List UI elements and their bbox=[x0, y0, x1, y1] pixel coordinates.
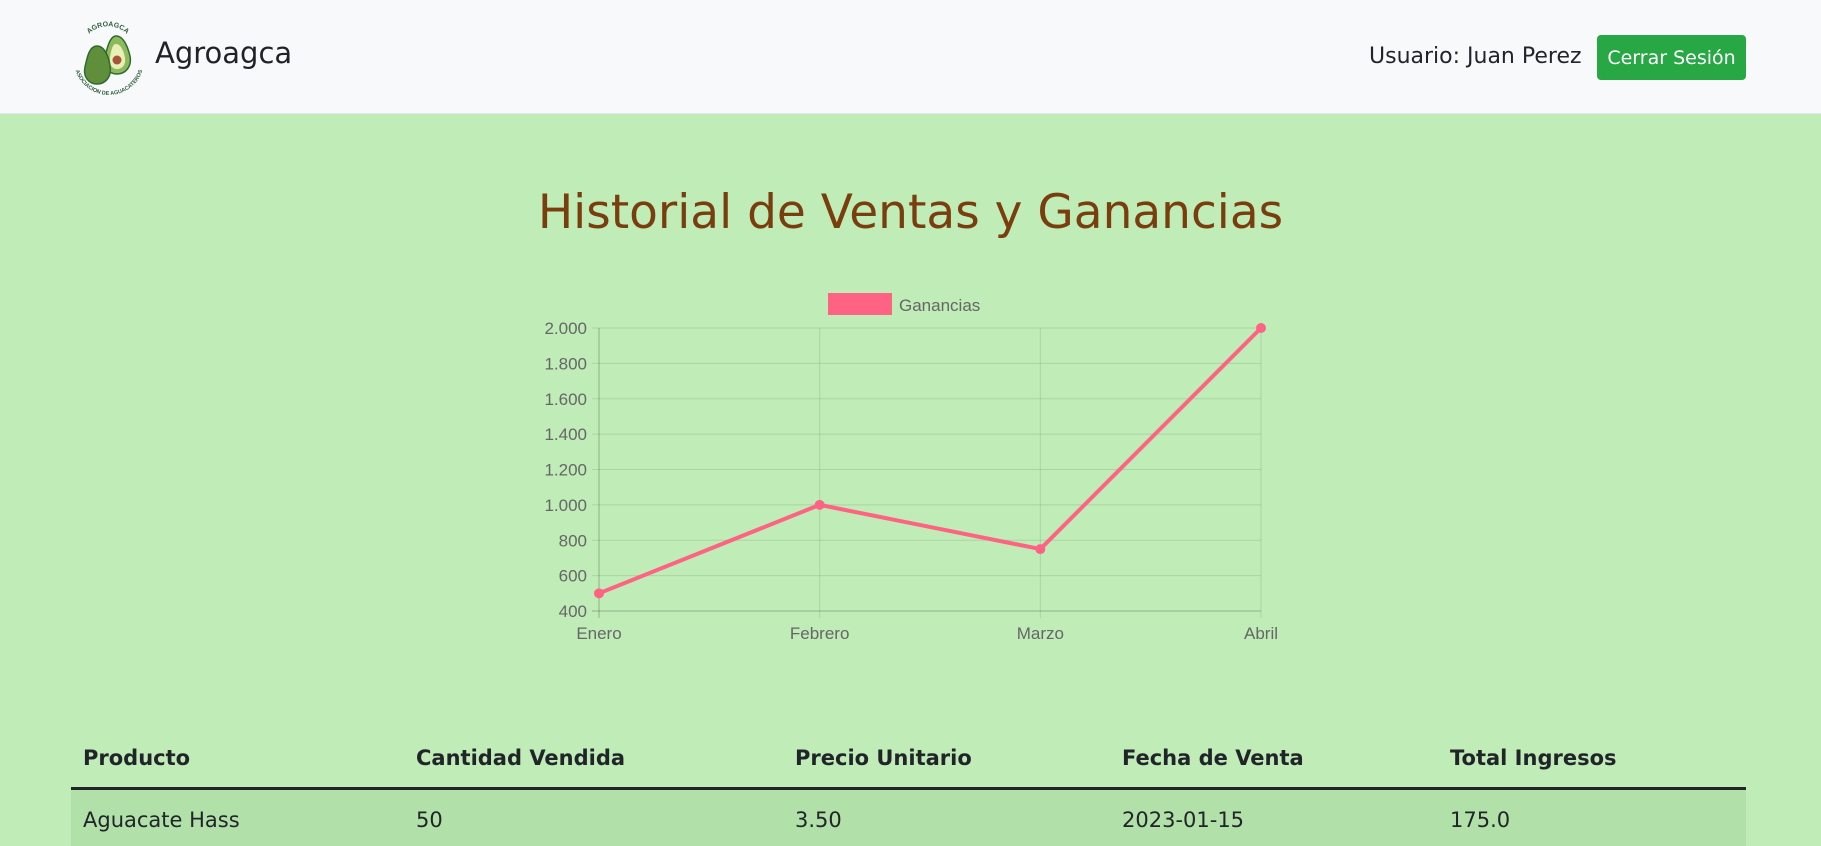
series-line bbox=[597, 326, 1263, 596]
sales-chart: 400 600 800 1.000 1.200 1.400 1.600 1.800 2.000 E… bbox=[544, 293, 1278, 643]
data-point bbox=[1256, 323, 1266, 333]
brand-name[interactable]: Agroagca bbox=[155, 36, 292, 70]
table-row: Aguacate Hass 50 3.50 2023-01-15 175.0 bbox=[71, 788, 1746, 846]
table-cell: 2023-01-15 bbox=[1110, 788, 1438, 846]
data-point bbox=[594, 588, 604, 599]
data-point bbox=[1035, 544, 1046, 555]
x-tick-label: Marzo bbox=[1017, 624, 1064, 643]
x-tick-label: Febrero bbox=[790, 624, 850, 643]
table-cell: Aguacate Hass bbox=[71, 788, 404, 846]
sales-table: Producto Cantidad Vendida Precio Unitario F… bbox=[71, 733, 1746, 846]
data-point bbox=[814, 499, 825, 510]
column-header: Fecha de Venta bbox=[1110, 733, 1438, 790]
page-title: Historial de Ventas y Ganancias bbox=[537, 185, 1284, 240]
table-cell: 175.0 bbox=[1438, 788, 1746, 846]
user-label: Usuario: Juan Perez bbox=[1369, 44, 1582, 69]
table-cell: 50 bbox=[404, 788, 783, 846]
column-header: Total Ingresos bbox=[1438, 733, 1746, 790]
column-header: Precio Unitario bbox=[783, 733, 1110, 790]
svg-text:AGROAGCA: AGROAGCA bbox=[86, 21, 130, 35]
y-tick-label: 1.000 bbox=[544, 496, 587, 515]
legend-label: Ganancias bbox=[899, 296, 980, 315]
y-tick-label: 1.800 bbox=[544, 354, 587, 373]
brand[interactable]: AGROAGCA ASOCIACION DE AGUACATEROS Agroa… bbox=[70, 18, 292, 96]
y-tick-label: 400 bbox=[559, 602, 587, 621]
column-header: Producto bbox=[71, 733, 404, 790]
legend-swatch bbox=[828, 293, 892, 315]
x-tick-label: Enero bbox=[576, 624, 621, 643]
table-header-row: Producto Cantidad Vendida Precio Unitario F… bbox=[71, 733, 1746, 790]
y-tick-label: 600 bbox=[559, 567, 587, 586]
y-tick-label: 1.400 bbox=[544, 425, 587, 444]
y-tick-label: 1.200 bbox=[544, 461, 587, 480]
y-tick-label: 800 bbox=[559, 531, 587, 550]
y-tick-label: 1.600 bbox=[544, 390, 587, 409]
column-header: Cantidad Vendida bbox=[404, 733, 783, 790]
table-cell: 3.50 bbox=[783, 788, 1110, 846]
x-tick-label: Abril bbox=[1244, 624, 1278, 643]
y-tick-label: 2.000 bbox=[544, 319, 587, 338]
navbar: AGROAGCA ASOCIACION DE AGUACATEROS Agroa… bbox=[0, 0, 1821, 114]
logout-button[interactable]: Cerrar Sesión bbox=[1597, 35, 1746, 80]
avocado-logo-icon: AGROAGCA ASOCIACION DE AGUACATEROS bbox=[74, 21, 145, 96]
